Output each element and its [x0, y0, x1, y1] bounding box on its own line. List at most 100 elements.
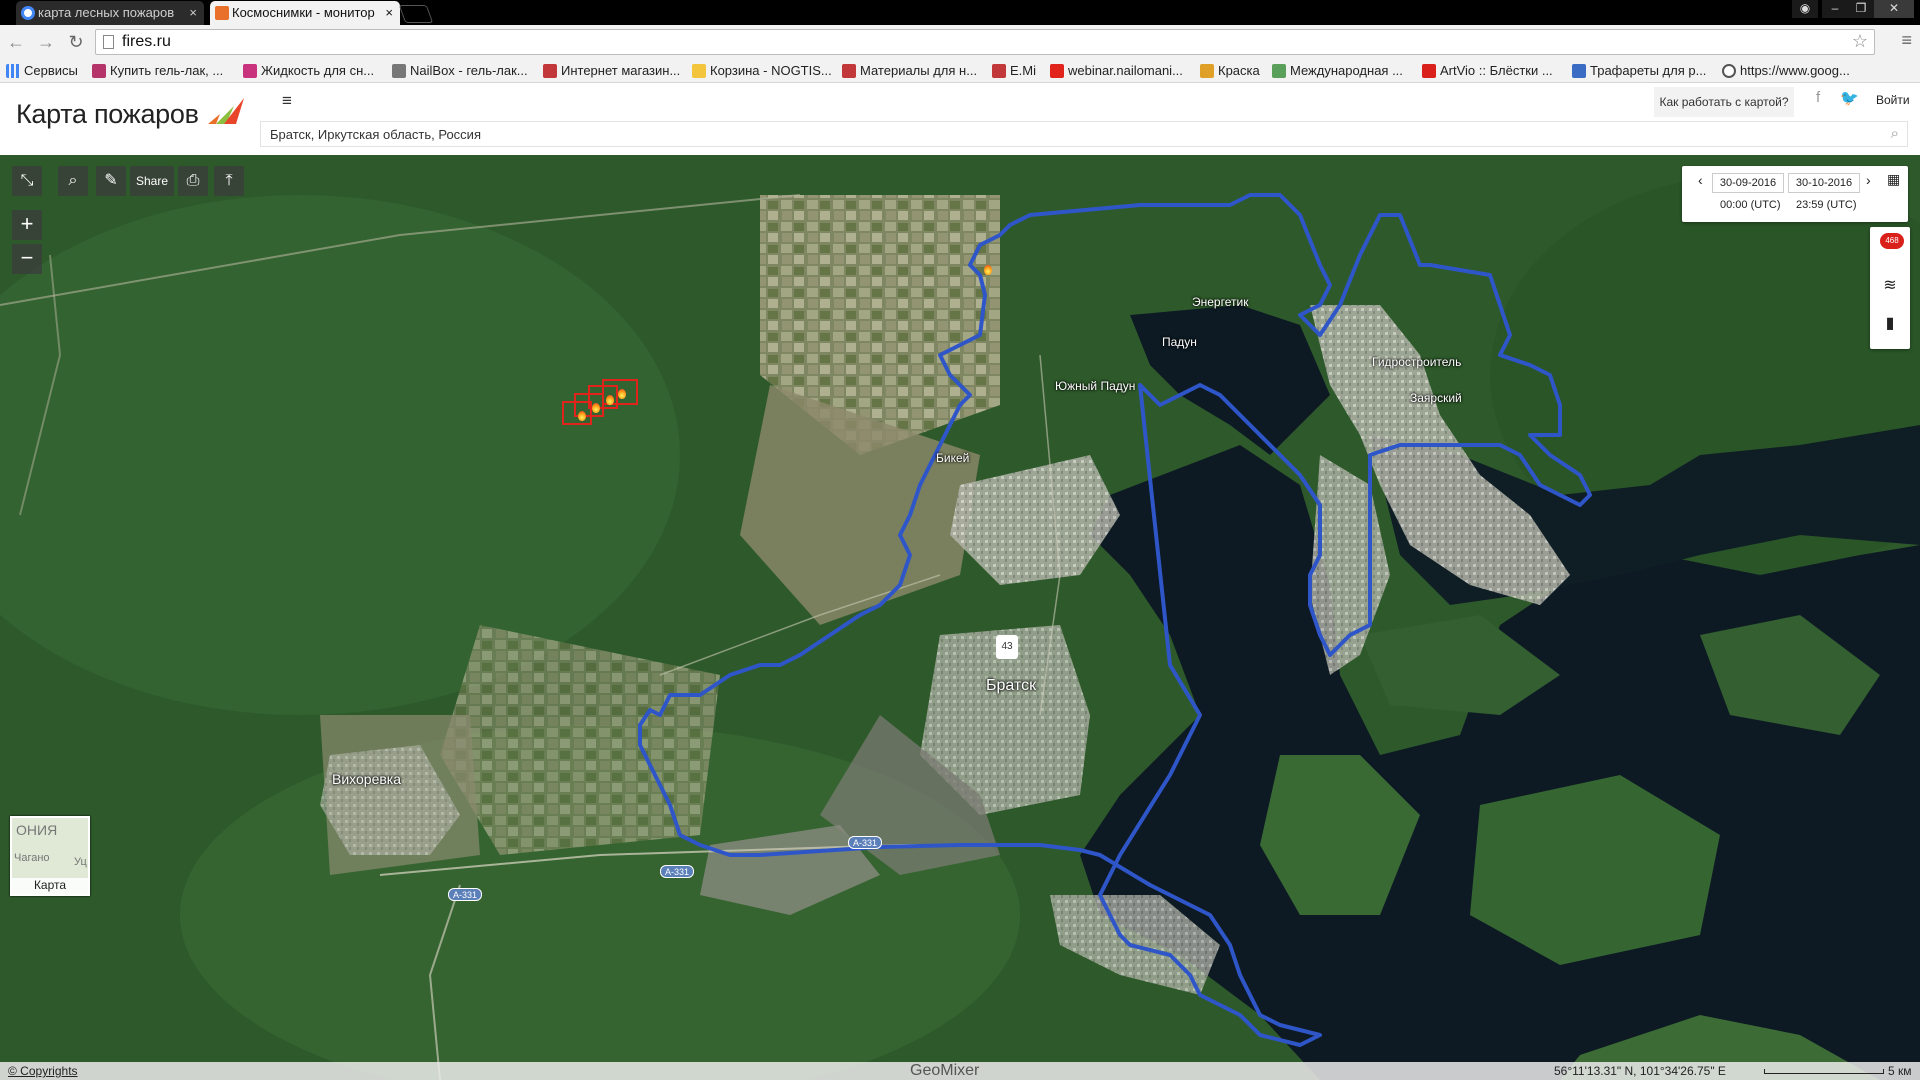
upload-button[interactable]: ⤒ [214, 166, 244, 196]
draw-tool-button[interactable]: ✎ [96, 166, 126, 196]
help-button[interactable]: Как работать с картой? [1654, 87, 1794, 117]
scale-bar [1764, 1069, 1884, 1074]
logo-flame-icon [208, 98, 244, 124]
tab-title: карта лесных пожаров [38, 5, 175, 20]
layer-panel: 468 ≋ ▮ [1870, 227, 1910, 349]
close-icon[interactable]: × [385, 1, 393, 25]
calendar-icon[interactable]: ▦ [1887, 171, 1900, 188]
chevron-left-icon[interactable]: ‹ [1698, 172, 1703, 188]
address-url[interactable]: fires.ru [122, 33, 171, 51]
bookmark-item[interactable]: NailBox - гель-лак... [392, 62, 528, 80]
copyrights-link[interactable]: © Copyrights [8, 1064, 78, 1078]
date-range-panel: ‹ 30-09-2016 30-10-2016 › ▦ 00:00 (UTC) … [1682, 166, 1908, 222]
site-logo[interactable]: Карта пожаров [16, 99, 199, 130]
bookmark-item[interactable]: Краска [1200, 62, 1260, 80]
bookmark-favicon-icon [92, 64, 106, 78]
bookmark-item[interactable]: Международная ... [1272, 62, 1403, 80]
address-bar[interactable]: fires.ru ☆ [95, 29, 1875, 55]
menu-icon[interactable]: ≡ [282, 91, 292, 111]
profile-icon[interactable]: ◉ [1792, 0, 1818, 18]
back-icon[interactable]: ← [4, 30, 28, 54]
share-button[interactable]: Share [130, 166, 174, 196]
fire-icon[interactable] [606, 395, 614, 405]
window-close-icon[interactable]: ✕ [1874, 0, 1914, 18]
bookmark-star-icon[interactable]: ☆ [1852, 31, 1868, 52]
bookmark-item[interactable]: Корзина - NOGTIS... [692, 62, 832, 80]
bookmark-favicon-icon [692, 64, 706, 78]
map-imagery [0, 155, 1920, 1080]
bookmark-icon[interactable]: ▮ [1870, 313, 1910, 333]
bookmark-favicon-icon [1272, 64, 1286, 78]
bookmark-favicon-icon [243, 64, 257, 78]
basemap-mini-label: Уц [74, 856, 87, 868]
cursor-coordinates: 56°11'13.31" N, 101°34'26.75" E [1554, 1064, 1726, 1078]
bookmark-item[interactable]: Купить гель-лак, ... [92, 62, 223, 80]
site-header: Карта пожаров ≡ Как работать с картой? f… [0, 83, 1920, 155]
forward-icon[interactable]: → [34, 30, 58, 54]
facebook-icon[interactable]: f [1816, 89, 1820, 106]
town-label-bikey: Бикей [936, 451, 970, 465]
google-icon [21, 6, 35, 20]
search-input[interactable]: Братск, Иркутская область, Россия [270, 127, 481, 142]
bookmark-favicon-icon [392, 64, 406, 78]
zoom-in-button[interactable]: + [12, 210, 42, 240]
basemap-switcher[interactable]: ОНИЯ Чагано Уц Карта [10, 816, 90, 896]
tab-fire-map-search[interactable]: карта лесных пожаров × [16, 1, 204, 25]
road-sign: А-331 [848, 836, 883, 849]
page-icon [103, 35, 114, 49]
layers-icon[interactable]: ≋ [1870, 275, 1910, 295]
tab-kosmosnimki[interactable]: Космоснимки - монитор × [210, 1, 400, 25]
twitter-icon[interactable]: 🐦 [1840, 89, 1859, 107]
reload-icon[interactable]: ↻ [64, 30, 88, 54]
bookmark-favicon-icon [842, 64, 856, 78]
city-label-vikhorevka: Вихоревка [332, 771, 402, 787]
bookmark-item[interactable]: Интернет магазин... [543, 62, 680, 80]
browser-toolbar: ← → ↻ fires.ru ☆ ≡ [0, 25, 1920, 59]
bookmark-item[interactable]: Материалы для н... [842, 62, 977, 80]
city-label-bratsk: Братск [986, 677, 1037, 694]
apps-icon [6, 64, 20, 78]
bookmark-item[interactable]: webinar.nailomani... [1050, 62, 1183, 80]
bookmark-favicon-icon [992, 64, 1006, 78]
city-badge[interactable]: 43 [996, 635, 1018, 659]
bookmark-favicon-icon [1572, 64, 1586, 78]
fire-icon[interactable] [578, 411, 586, 421]
town-label-energetik: Энергетик [1192, 295, 1249, 309]
fire-icon[interactable] [984, 265, 992, 275]
print-button[interactable]: ⎙ [178, 166, 208, 196]
town-label-yuzhny-padun: Южный Падун [1055, 379, 1136, 393]
date-to-input[interactable]: 30-10-2016 [1788, 173, 1860, 193]
fire-count-badge[interactable]: 468 [1880, 233, 1904, 249]
road-sign: А-331 [660, 865, 695, 878]
time-from: 00:00 (UTC) [1720, 199, 1781, 211]
fire-icon[interactable] [592, 403, 600, 413]
chevron-right-icon[interactable]: › [1866, 172, 1871, 188]
restore-icon[interactable]: ❐ [1848, 0, 1874, 18]
bookmark-item[interactable]: https://www.goog... [1722, 62, 1850, 80]
bookmark-item[interactable]: Жидкость для сн... [243, 62, 374, 80]
close-icon[interactable]: × [189, 1, 197, 25]
bookmark-favicon-icon [1422, 64, 1436, 78]
browser-menu-icon[interactable]: ≡ [1901, 30, 1912, 51]
bookmark-item[interactable]: E.Mi [992, 62, 1036, 80]
bookmark-favicon-icon [543, 64, 557, 78]
zoom-out-button[interactable]: − [12, 244, 42, 274]
basemap-mini-label: ОНИЯ [16, 822, 58, 838]
town-label-gidrostroitel: Гидростроитель [1372, 355, 1462, 369]
fullscreen-button[interactable]: ⤡ [12, 166, 42, 196]
fire-icon[interactable] [618, 389, 626, 399]
minimize-icon[interactable]: – [1822, 0, 1848, 18]
bookmark-apps[interactable]: Сервисы [6, 62, 78, 80]
search-icon[interactable]: ⌕ [1891, 125, 1899, 142]
bookmark-item[interactable]: Трафареты для р... [1572, 62, 1706, 80]
map-footer: © Copyrights GeoMixer 56°11'13.31" N, 10… [0, 1062, 1920, 1080]
search-tool-button[interactable]: ⌕ [58, 166, 88, 196]
bookmark-item[interactable]: ArtVio :: Блёстки ... [1422, 62, 1553, 80]
site-favicon-icon [215, 6, 229, 20]
date-from-input[interactable]: 30-09-2016 [1712, 173, 1784, 193]
new-tab-button[interactable] [398, 5, 434, 23]
basemap-label: Карта [12, 878, 88, 894]
satellite-map[interactable]: ⤡ ⌕ ✎ Share ⎙ ⤒ + − ‹ 30-09-2016 30-10-2… [0, 155, 1920, 1080]
login-link[interactable]: Войти [1876, 93, 1910, 107]
location-search[interactable]: Братск, Иркутская область, Россия ⌕ [260, 121, 1908, 147]
